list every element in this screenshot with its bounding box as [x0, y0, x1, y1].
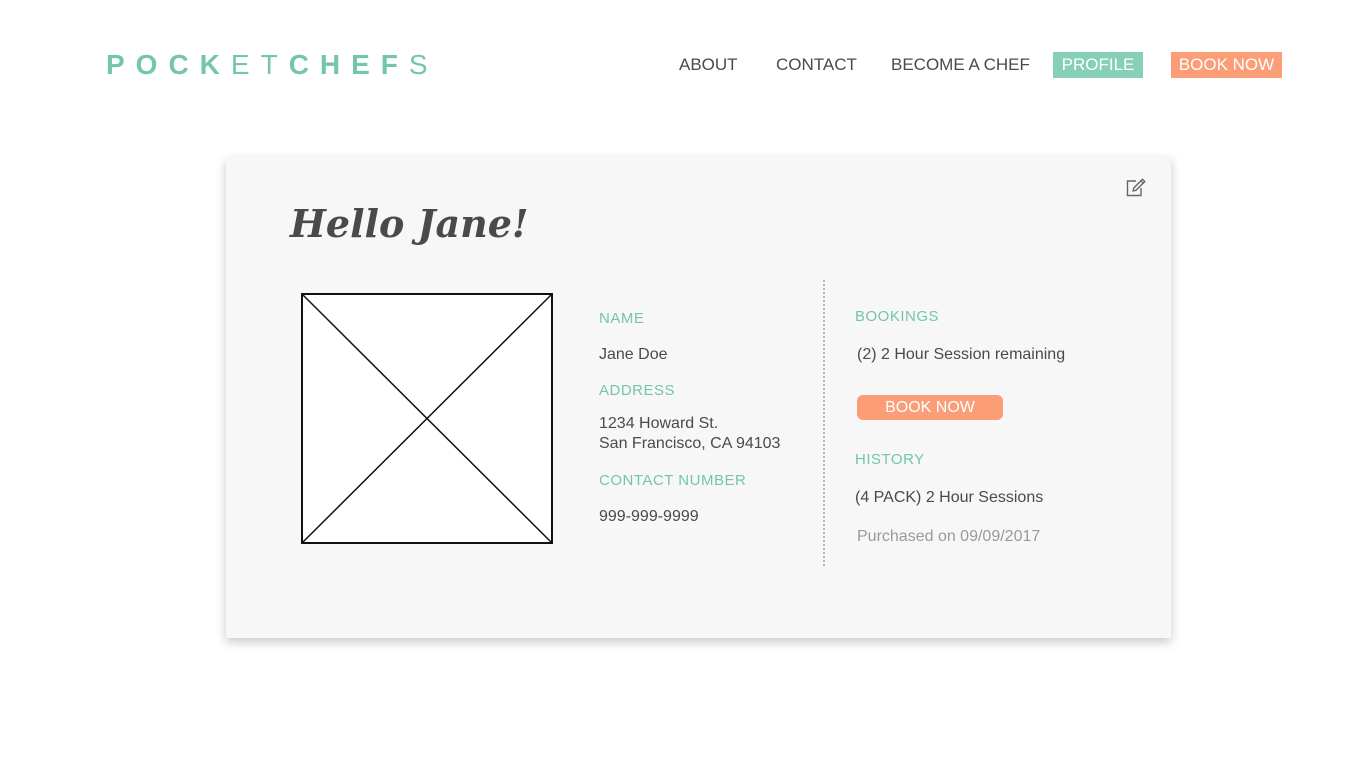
contact-number-value: 999-999-9999: [599, 508, 699, 525]
contact-number-label: CONTACT NUMBER: [599, 472, 747, 489]
name-value: Jane Doe: [599, 346, 668, 363]
bookings-label: BOOKINGS: [855, 308, 940, 325]
greeting-heading: Hello Jane!: [290, 201, 529, 246]
nav-become-chef-link[interactable]: BECOME A CHEF: [891, 52, 1030, 78]
nav-contact-link[interactable]: CONTACT: [776, 52, 857, 78]
book-now-button[interactable]: BOOK NOW: [857, 395, 1003, 420]
dotted-divider: [823, 280, 825, 566]
name-label: NAME: [599, 310, 645, 327]
nav-book-now-button[interactable]: BOOK NOW: [1171, 52, 1282, 78]
bookings-remaining: (2) 2 Hour Session remaining: [857, 346, 1066, 363]
profile-image-placeholder: [301, 293, 553, 544]
address-label: ADDRESS: [599, 382, 676, 399]
nav-profile-link[interactable]: PROFILE: [1053, 52, 1143, 78]
edit-icon[interactable]: [1125, 178, 1147, 198]
history-label: HISTORY: [855, 451, 925, 468]
history-item: (4 PACK) 2 Hour Sessions: [855, 489, 1044, 506]
top-nav: ABOUT CONTACT BECOME A CHEF PROFILE BOOK…: [0, 52, 1366, 78]
profile-card: Hello Jane! NAME Jane Doe ADDRESS 1234 H…: [226, 157, 1171, 638]
address-line2: San Francisco, CA 94103: [599, 435, 781, 452]
address-line1: 1234 Howard St.: [599, 415, 719, 432]
purchase-date: Purchased on 09/09/2017: [857, 528, 1041, 545]
nav-about-link[interactable]: ABOUT: [679, 52, 738, 78]
